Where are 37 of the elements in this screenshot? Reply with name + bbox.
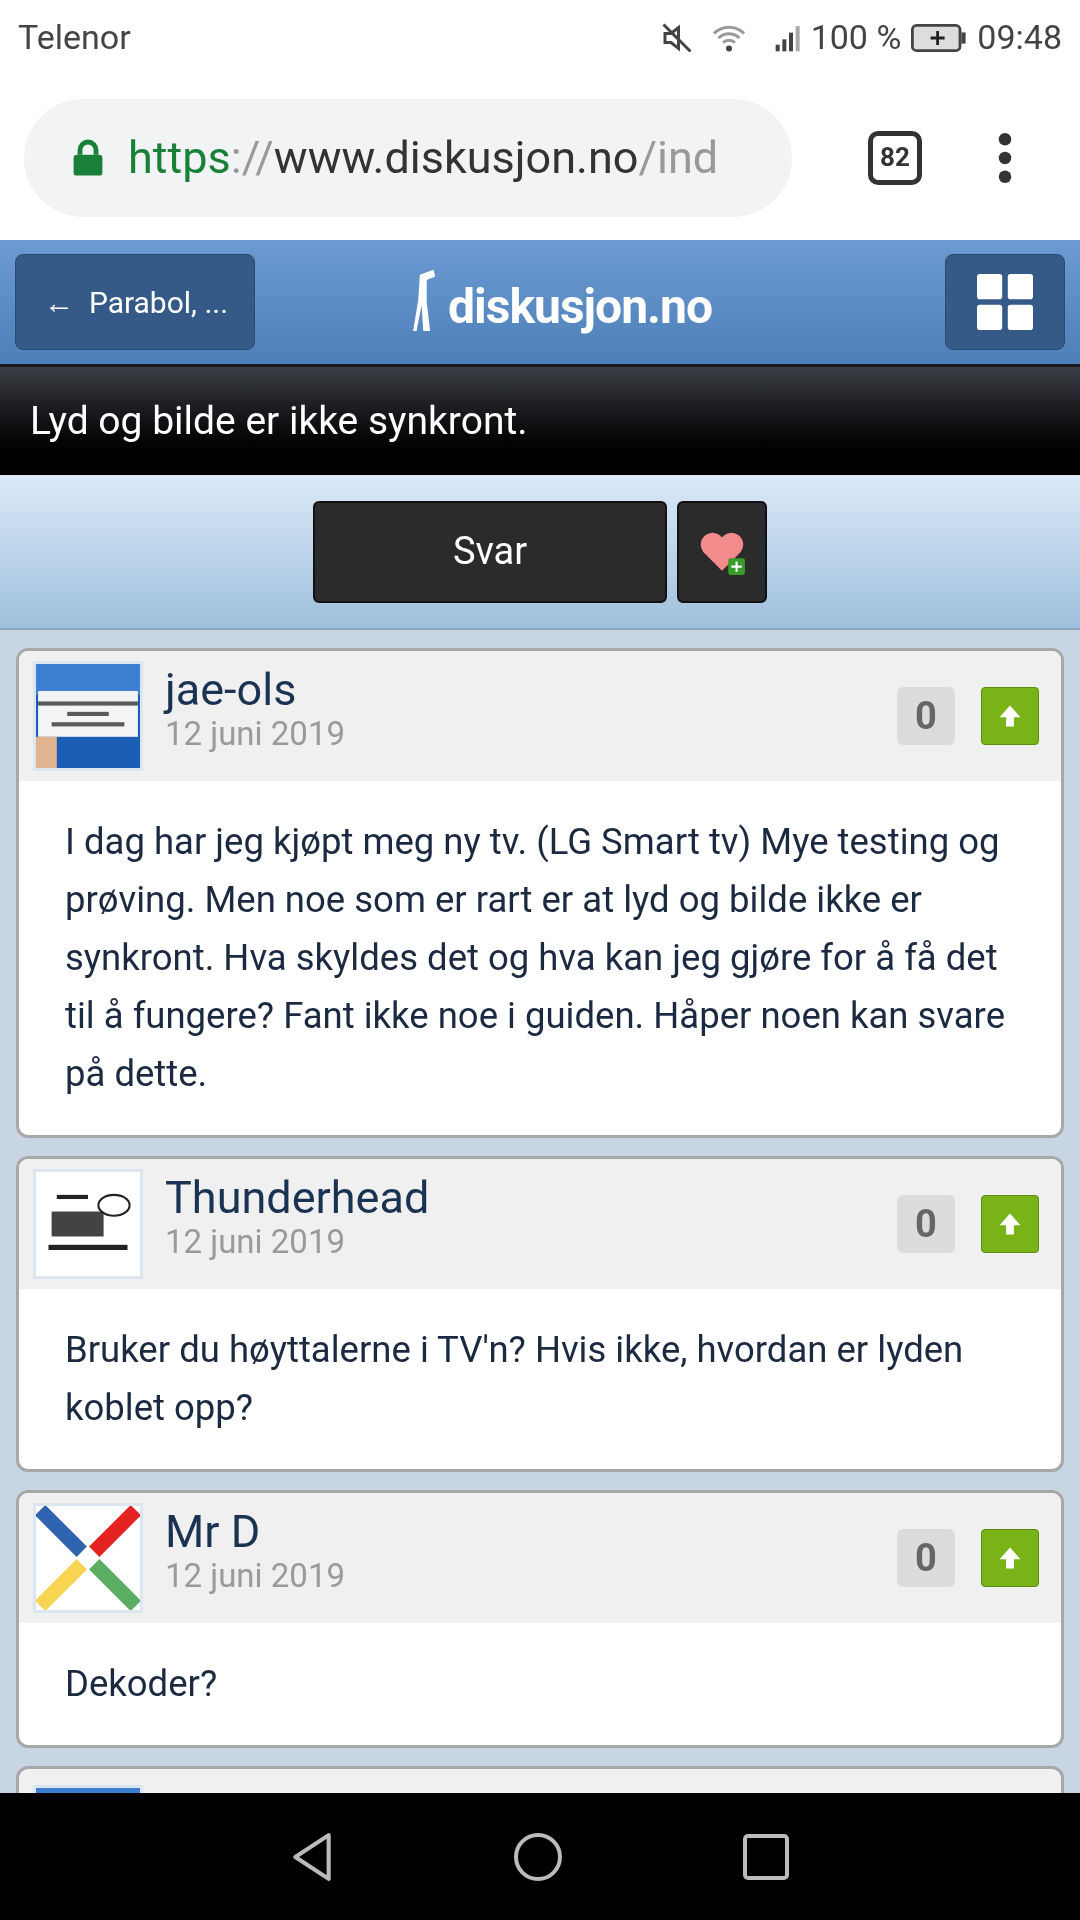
- thread-title: Lyd og bilde er ikke synkront.: [30, 396, 528, 446]
- reply-button[interactable]: Svar: [313, 500, 667, 603]
- lock-icon: [72, 137, 104, 178]
- menu-grid-button[interactable]: [945, 254, 1065, 350]
- upvote-button[interactable]: [981, 687, 1039, 745]
- site-logo-text[interactable]: diskusjon.no: [448, 271, 712, 343]
- post-date: 12 juni 2019: [165, 715, 346, 753]
- grid-icon: [977, 274, 1033, 330]
- back-button[interactable]: ← Parabol, ...: [15, 254, 255, 350]
- more-menu-icon[interactable]: [998, 132, 1012, 183]
- vote-count: 0: [897, 1195, 955, 1253]
- author-name[interactable]: Mr D: [165, 1507, 875, 1557]
- tab-count-button[interactable]: 82: [868, 130, 922, 185]
- vote-count: 0: [897, 687, 955, 745]
- battery-charging-icon: [911, 23, 968, 52]
- arrow-up-icon: [997, 703, 1023, 729]
- battery-percent: 100 %: [810, 16, 902, 59]
- post-date: 12 juni 2019: [165, 1223, 346, 1261]
- vote-count: 0: [897, 1529, 955, 1587]
- post-date: 12 juni 2019: [165, 1557, 346, 1595]
- arrow-up-icon: [997, 1545, 1023, 1571]
- url-text: https://www.diskusjon.no/ind: [128, 129, 719, 186]
- back-nav-icon[interactable]: [291, 1831, 333, 1882]
- post-text: Dekoder?: [65, 1661, 219, 1707]
- post-text: Bruker du høyttalerne i TV'n? Hvis ikke, hvordan er lyden koblet opp?: [65, 1327, 965, 1431]
- carrier-name: Telenor: [18, 16, 131, 59]
- arrow-up-icon: [997, 1211, 1023, 1237]
- home-nav-icon[interactable]: [513, 1831, 563, 1882]
- recents-nav-icon[interactable]: [743, 1833, 789, 1880]
- post-text: I dag har jeg kjøpt meg ny tv. (LG Smart tv) Mye testing og prøving. Men noe som er rart er at lyd og bilde ikke er synkront. Hva skyldes det og hva kan jeg gjøre for å få det til å fungere? Fant ikke noe i guiden. Håper noen kan svare på dette.: [65, 819, 1006, 1097]
- url-field[interactable]: https://www.diskusjon.no/ind: [24, 98, 792, 217]
- favorite-button[interactable]: [677, 500, 767, 603]
- upvote-button[interactable]: [981, 1529, 1039, 1587]
- clock-time: 09:48: [977, 16, 1062, 59]
- upvote-button[interactable]: [981, 1195, 1039, 1253]
- author-name[interactable]: Thunderhead: [165, 1173, 875, 1223]
- author-name[interactable]: jae-ols: [165, 665, 875, 715]
